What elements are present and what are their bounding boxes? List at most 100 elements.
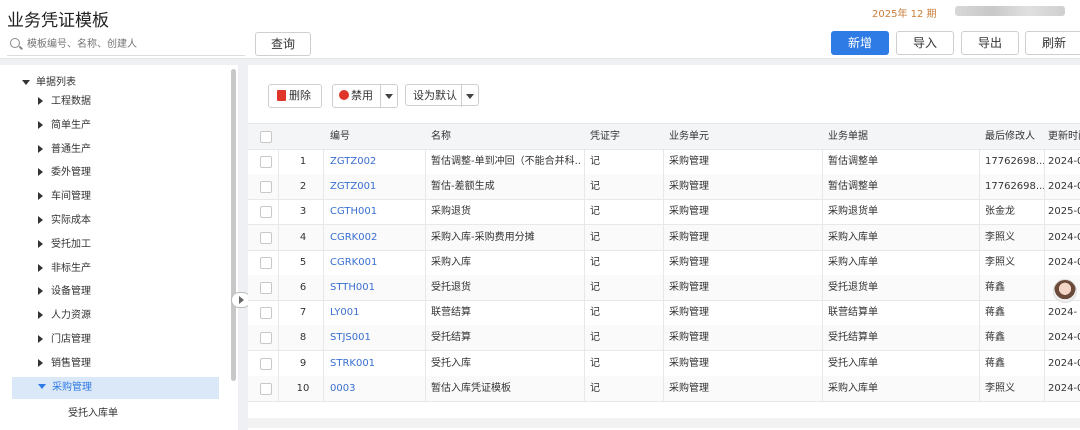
cell-code[interactable]: ZGTZ002 (330, 149, 425, 174)
cell-code[interactable]: LY001 (330, 300, 425, 325)
new-button[interactable]: 新增 (831, 31, 889, 55)
cell-unit: 采购管理 (669, 332, 709, 344)
column-separator (323, 224, 324, 250)
sidebar-item[interactable]: 委外管理 (38, 162, 238, 184)
column-separator (822, 375, 823, 401)
cell-doc: 采购退货单 (828, 206, 878, 218)
sidebar-item[interactable]: 受托加工 (38, 234, 238, 256)
tree-root[interactable]: 单据列表 (22, 73, 76, 88)
row-checkbox[interactable] (260, 357, 272, 370)
cell-code[interactable]: STRK001 (330, 351, 425, 376)
cell-voucher: 记 (590, 357, 600, 369)
cell-unit: 采购管理 (669, 382, 709, 394)
cell-code[interactable]: STTH001 (330, 275, 425, 300)
cell-code[interactable]: 0003 (330, 376, 425, 401)
sidebar-item[interactable]: 车间管理 (38, 186, 238, 208)
row-checkbox[interactable] (260, 332, 272, 345)
cell-code[interactable]: CGTH001 (330, 199, 425, 224)
column-separator (323, 300, 324, 326)
row-checkbox[interactable] (260, 382, 272, 395)
row-checkbox[interactable] (260, 256, 272, 269)
header-doc[interactable]: 业务单据 (828, 124, 868, 149)
assistant-avatar[interactable] (1053, 279, 1077, 303)
cell-name: 联营结算 (431, 307, 471, 319)
column-separator (663, 350, 664, 376)
sidebar-item[interactable]: 销售管理 (38, 353, 238, 375)
table-row[interactable]: 6 STTH001 受托退货 记 采购管理 受托退货单 蒋鑫 (248, 275, 1080, 301)
sidebar-item[interactable]: 门店管理 (38, 329, 238, 351)
table-row[interactable]: 10 0003 暂估入库凭证模板 记 采购管理 采购入库单 李照义 2024-0 (248, 375, 1080, 402)
row-checkbox[interactable] (260, 282, 272, 294)
horizontal-scrollbar[interactable] (248, 418, 1080, 428)
set-default-button[interactable]: 设为默认 (405, 84, 479, 107)
sidebar-item-label: 简单生产 (51, 119, 91, 131)
column-separator (425, 300, 426, 326)
sidebar-item[interactable]: 设备管理 (38, 281, 238, 303)
table-row[interactable]: 4 CGRK002 采购入库-采购费用分摊 记 采购管理 采购入库单 李照义 2024-0 (248, 224, 1080, 251)
header-name[interactable]: 名称 (431, 124, 451, 149)
cell-code[interactable]: CGRK001 (330, 250, 425, 275)
chevron-right-icon (38, 335, 43, 343)
sidebar-scrollbar[interactable] (231, 69, 236, 381)
column-separator (425, 275, 426, 300)
header-modifier[interactable]: 最后修改人 (985, 124, 1035, 149)
ban-icon (339, 90, 349, 100)
delete-button[interactable]: 删除 (268, 84, 322, 108)
table-row[interactable]: 5 CGRK001 采购入库 记 采购管理 采购入库单 李照义 2024-0 (248, 249, 1080, 276)
cell-unit: 采购管理 (669, 307, 709, 319)
cell-index: 5 (299, 256, 307, 268)
disable-button[interactable]: 禁用 (332, 84, 398, 108)
table-row[interactable]: 9 STRK001 受托入库 记 采购管理 受托入库单 蒋鑫 2024-0 (248, 350, 1080, 377)
column-separator (663, 375, 664, 401)
panel-splitter[interactable] (238, 65, 248, 430)
cell-code[interactable]: CGRK002 (330, 225, 425, 250)
sidebar-item[interactable]: 实际成本 (38, 210, 238, 232)
header-unit[interactable]: 业务单元 (669, 124, 709, 149)
table-row[interactable]: 2 ZGTZ001 暂估-差额生成 记 采购管理 暂估调整单 17762698... 2024… (248, 174, 1080, 201)
column-separator (584, 149, 585, 174)
cell-code[interactable]: STJS001 (330, 325, 425, 350)
cell-code[interactable]: ZGTZ001 (330, 174, 425, 199)
refresh-button[interactable]: 刷新 (1025, 31, 1080, 55)
row-checkbox[interactable] (260, 206, 272, 219)
sidebar-item-label: 车间管理 (51, 191, 91, 203)
column-separator (979, 300, 980, 326)
cell-index: 7 (299, 307, 307, 319)
table-row[interactable]: 1 ZGTZ002 暂估调整-单到冲回（不能合并科... 记 采购管理 暂估调整单 1776… (248, 149, 1080, 175)
chevron-right-icon (38, 287, 43, 296)
column-separator (663, 174, 664, 200)
cell-time: 2024-0 (1048, 357, 1080, 369)
sidebar-item[interactable]: 工程数据 (38, 91, 238, 113)
sidebar-item[interactable]: 采购管理 (12, 376, 219, 399)
search-input[interactable] (25, 35, 244, 53)
sidebar-item[interactable]: 普通生产 (38, 139, 238, 161)
table-row[interactable]: 8 STJS001 受托结算 记 采购管理 受托结算单 蒋鑫 2024-0 (248, 325, 1080, 352)
import-button[interactable]: 导入 (896, 31, 954, 55)
chevron-right-icon (38, 120, 43, 129)
header-code[interactable]: 编号 (330, 124, 350, 149)
cell-voucher: 记 (590, 307, 600, 319)
header-time[interactable]: 更新时间 (1048, 124, 1080, 149)
export-button[interactable]: 导出 (961, 31, 1019, 55)
chevron-down-icon[interactable] (380, 85, 397, 107)
header-voucher[interactable]: 凭证字 (590, 124, 620, 149)
sidebar-item-label: 非标生产 (51, 262, 91, 274)
column-separator (584, 199, 585, 225)
cell-unit: 采购管理 (669, 357, 709, 369)
row-checkbox[interactable] (260, 307, 272, 320)
sidebar-item[interactable]: 简单生产 (38, 115, 238, 137)
table-row[interactable]: 7 LY001 联营结算 记 采购管理 联营结算单 蒋鑫 2024- (248, 300, 1080, 327)
row-checkbox[interactable] (260, 156, 272, 168)
query-button[interactable]: 查询 (255, 32, 311, 56)
tree-subitem[interactable]: 受托入库单 (68, 404, 118, 419)
sidebar-item[interactable]: 非标生产 (38, 258, 238, 280)
search-icon (10, 38, 20, 48)
sidebar-item[interactable]: 人力资源 (38, 305, 238, 327)
column-separator (663, 249, 664, 275)
select-all-checkbox[interactable] (260, 131, 272, 143)
row-checkbox[interactable] (260, 181, 272, 194)
cell-index: 10 (296, 382, 310, 394)
table-row[interactable]: 3 CGTH001 采购退货 记 采购管理 采购退货单 张金龙 2025-0 (248, 199, 1080, 226)
chevron-down-icon[interactable] (461, 85, 478, 107)
row-checkbox[interactable] (260, 231, 272, 244)
